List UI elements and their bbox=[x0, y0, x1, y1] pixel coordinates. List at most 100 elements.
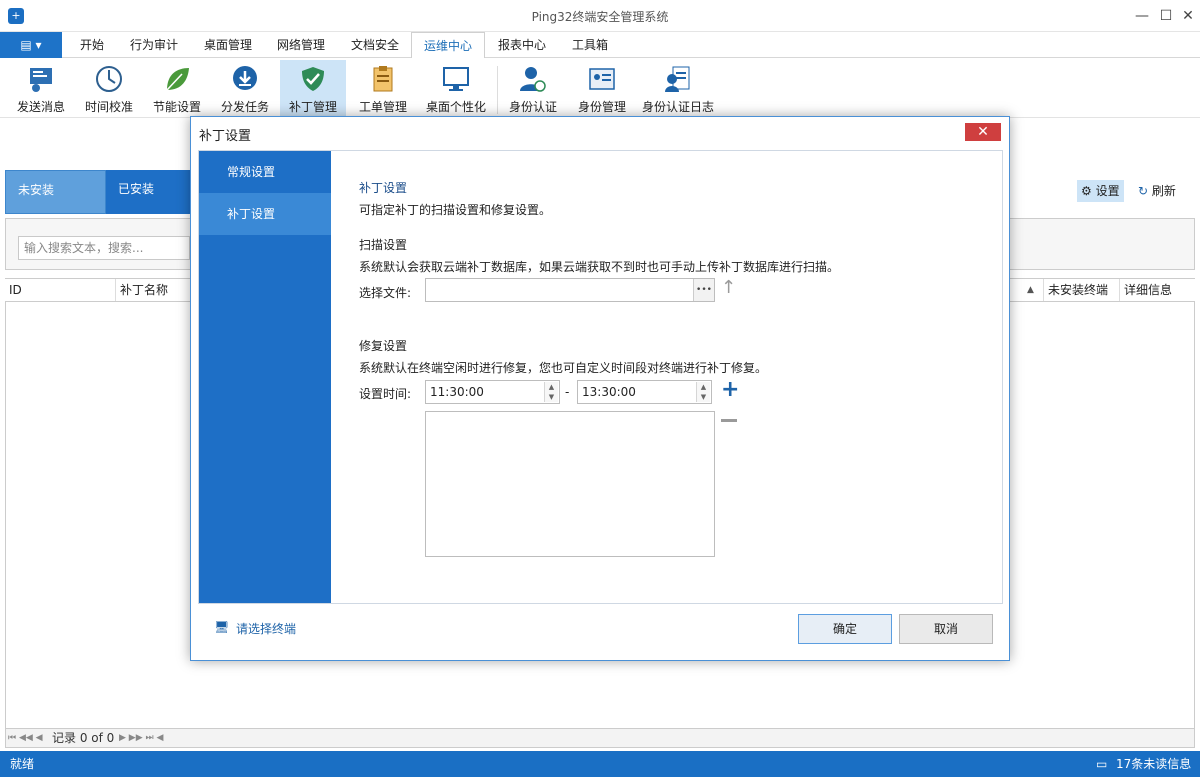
pager-nav-next-last[interactable]: ▶ ▶▶ ⏭ ◀ bbox=[119, 729, 163, 747]
tab-uninstalled[interactable]: 未安装 bbox=[5, 170, 106, 214]
cancel-button[interactable]: 取消 bbox=[899, 614, 993, 644]
ribbon-label: 补丁管理 bbox=[288, 100, 337, 114]
ribbon-toolbar: 发送消息 时间校准 节能设置 分发任务 补丁管理 工单管理 桌面个性化 身份认证… bbox=[0, 58, 1200, 118]
column-uninstalled-terminals[interactable]: 未安装终端 bbox=[1043, 279, 1119, 301]
refresh-label: 刷新 bbox=[1151, 184, 1176, 198]
settings-button[interactable]: ⚙ 设置 bbox=[1077, 180, 1124, 202]
desktop-personalize-button[interactable]: 桌面个性化 bbox=[418, 60, 494, 118]
status-bar: 就绪 ▭ 17条未读信息 bbox=[0, 751, 1200, 777]
start-time-value: 11:30:00 bbox=[430, 385, 484, 399]
tab-network-management[interactable]: 网络管理 bbox=[273, 32, 329, 58]
unread-messages[interactable]: 17条未读信息 bbox=[1116, 751, 1191, 777]
column-patch-name[interactable]: 补丁名称 bbox=[115, 279, 195, 301]
fingerprint-user-icon bbox=[520, 67, 546, 92]
refresh-icon: ↻ bbox=[1138, 184, 1152, 198]
column-details[interactable]: 详细信息 bbox=[1119, 279, 1195, 301]
file-label: 选择文件: bbox=[359, 286, 412, 300]
message-icon[interactable]: ▭ bbox=[1096, 751, 1107, 777]
clock-icon bbox=[96, 66, 122, 92]
end-time-value: 13:30:00 bbox=[582, 385, 636, 399]
monitor-icon bbox=[443, 67, 469, 91]
patch-management-button[interactable]: 补丁管理 bbox=[280, 60, 346, 118]
scan-settings-description: 系统默认会获取云端补丁数据库，如果云端获取不到时也可手动上传补丁数据库进行扫描。 bbox=[359, 260, 840, 274]
settings-gear-icon: ⚙ bbox=[1081, 184, 1096, 198]
ribbon-label: 节能设置 bbox=[152, 100, 201, 114]
work-order-button[interactable]: 工单管理 bbox=[350, 60, 416, 118]
pager-nav-first-prev[interactable]: ⏮ ◀◀ ◀ bbox=[8, 729, 43, 747]
remove-time-icon[interactable] bbox=[721, 419, 737, 422]
dialog-close-button[interactable]: ✕ bbox=[965, 123, 1001, 141]
ribbon-label: 身份认证日志 bbox=[641, 100, 714, 114]
ribbon-separator bbox=[497, 66, 498, 114]
tab-document-security[interactable]: 文档安全 bbox=[347, 32, 403, 58]
tab-report-center[interactable]: 报表中心 bbox=[494, 32, 550, 58]
select-terminal-link[interactable]: 请选择终端 bbox=[236, 620, 296, 637]
end-time-input[interactable]: 13:30:00 ▲ ▼ bbox=[577, 380, 712, 404]
shield-icon bbox=[302, 67, 324, 91]
identity-auth-button[interactable]: 身份认证 bbox=[500, 60, 566, 118]
settings-label: 设置 bbox=[1095, 184, 1120, 198]
time-calibration-button[interactable]: 时间校准 bbox=[76, 60, 142, 118]
tab-ops-center[interactable]: 运维中心 bbox=[411, 32, 486, 59]
column-id[interactable]: ID bbox=[5, 279, 115, 301]
time-range-dash: - bbox=[565, 385, 570, 399]
title-bar: + Ping32终端安全管理系统 — ☐ ✕ bbox=[0, 0, 1200, 32]
repair-settings-description: 系统默认在终端空闲时进行修复，您也可自定义时间段对终端进行补丁修复。 bbox=[359, 361, 768, 375]
leaf-icon bbox=[166, 68, 189, 91]
start-time-spinner[interactable]: ▲ ▼ bbox=[544, 382, 558, 402]
upload-arrow-icon[interactable]: ↑ bbox=[721, 277, 736, 298]
end-time-spinner[interactable]: ▲ ▼ bbox=[696, 382, 710, 402]
clipboard-icon bbox=[373, 66, 393, 92]
section-description: 可指定补丁的扫描设置和修复设置。 bbox=[359, 203, 552, 217]
minimize-button[interactable]: — bbox=[1132, 6, 1152, 26]
tab-toolbox[interactable]: 工具箱 bbox=[568, 32, 612, 58]
pager: ⏮ ◀◀ ◀ 记录 0 of 0 ▶ ▶▶ ⏭ ◀ bbox=[5, 728, 1195, 748]
send-message-button[interactable]: 发送消息 bbox=[8, 60, 74, 118]
dialog-title: 补丁设置 bbox=[199, 129, 252, 144]
search-input[interactable]: 输入搜索文本，搜索... bbox=[18, 236, 190, 260]
dialog-nav: 常规设置 补丁设置 bbox=[199, 151, 331, 603]
tab-behavior-audit[interactable]: 行为审计 bbox=[126, 32, 182, 58]
send-message-icon bbox=[30, 68, 52, 92]
dialog-body: 常规设置 补丁设置 补丁设置 可指定补丁的扫描设置和修复设置。 扫描设置 系统默… bbox=[198, 150, 1003, 604]
distribute-task-button[interactable]: 分发任务 bbox=[212, 60, 278, 118]
section-title: 补丁设置 bbox=[359, 181, 408, 195]
maximize-button[interactable]: ☐ bbox=[1156, 6, 1176, 26]
app-menu-button[interactable]: ▤ ▾ bbox=[0, 32, 62, 58]
ribbon-label: 桌面个性化 bbox=[425, 100, 486, 114]
time-range-list[interactable] bbox=[425, 411, 715, 557]
ribbon-label: 分发任务 bbox=[220, 100, 269, 114]
browse-button[interactable]: ••• bbox=[693, 279, 714, 301]
start-time-input[interactable]: 11:30:00 ▲ ▼ bbox=[425, 380, 560, 404]
ribbon-label: 身份管理 bbox=[577, 100, 626, 114]
window-title: Ping32终端安全管理系统 bbox=[531, 10, 669, 24]
nav-patch-settings[interactable]: 补丁设置 bbox=[199, 193, 331, 235]
tab-start[interactable]: 开始 bbox=[76, 32, 108, 58]
nav-general-settings[interactable]: 常规设置 bbox=[199, 151, 331, 193]
ribbon-label: 时间校准 bbox=[84, 100, 133, 114]
ribbon-label: 身份认证 bbox=[508, 100, 557, 114]
terminal-icon: 🖥 bbox=[214, 620, 230, 634]
refresh-button[interactable]: ↻ 刷新 bbox=[1134, 180, 1180, 202]
sort-asc-icon[interactable]: ▲ bbox=[1023, 279, 1043, 301]
close-button[interactable]: ✕ bbox=[1178, 6, 1198, 26]
time-label: 设置时间: bbox=[359, 387, 412, 401]
file-path-input[interactable] bbox=[425, 278, 715, 302]
identity-auth-log-button[interactable]: 身份认证日志 bbox=[636, 60, 720, 118]
tab-installed[interactable]: 已安装 bbox=[106, 170, 196, 214]
scan-settings-title: 扫描设置 bbox=[359, 238, 408, 252]
id-card-icon bbox=[589, 68, 615, 90]
repair-settings-title: 修复设置 bbox=[359, 339, 408, 353]
add-time-icon[interactable]: + bbox=[721, 377, 739, 402]
patch-settings-dialog: 补丁设置 ✕ 常规设置 补丁设置 补丁设置 可指定补丁的扫描设置和修复设置。 扫… bbox=[190, 116, 1010, 661]
tab-desktop-management[interactable]: 桌面管理 bbox=[200, 32, 256, 58]
dialog-footer: 🖥 请选择终端 确定 取消 bbox=[198, 604, 1003, 654]
status-text: 就绪 bbox=[10, 757, 35, 771]
identity-management-button[interactable]: 身份管理 bbox=[568, 60, 636, 118]
energy-saving-button[interactable]: 节能设置 bbox=[144, 60, 210, 118]
ok-button[interactable]: 确定 bbox=[798, 614, 892, 644]
ribbon-label: 发送消息 bbox=[16, 100, 65, 114]
ribbon-tabs: ▤ ▾ 开始 行为审计 桌面管理 网络管理 文档安全 运维中心 报表中心 工具箱 bbox=[0, 32, 1200, 59]
dialog-content: 补丁设置 可指定补丁的扫描设置和修复设置。 扫描设置 系统默认会获取云端补丁数据… bbox=[331, 151, 1002, 603]
pager-record-count: 记录 0 of 0 bbox=[52, 731, 115, 745]
